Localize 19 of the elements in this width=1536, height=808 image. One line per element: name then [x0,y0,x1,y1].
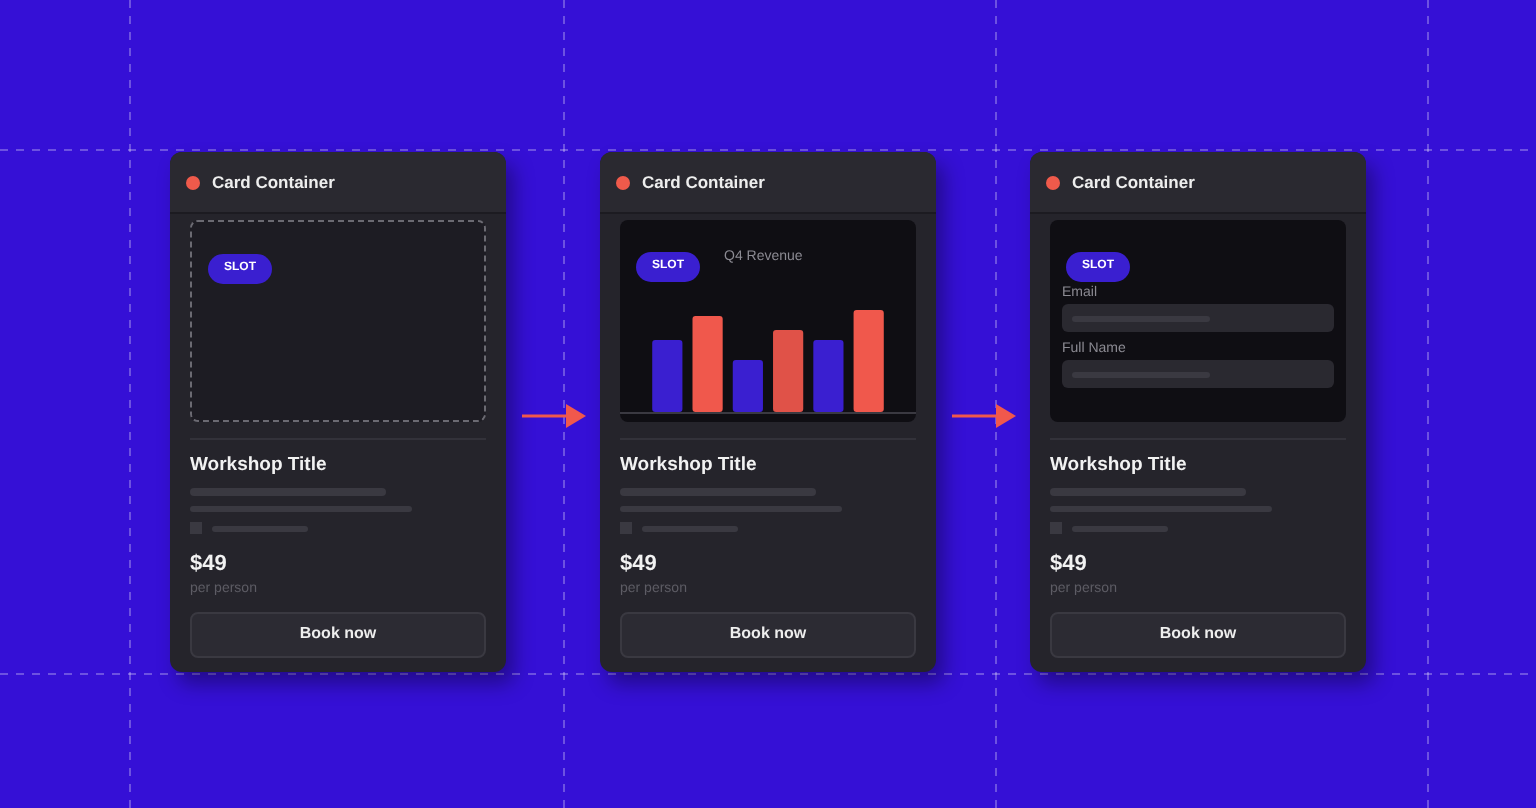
price-text: $49 [1050,554,1089,577]
card-title: Workshop Title [190,452,329,480]
price-text: $49 [190,554,229,577]
book-button[interactable]: Book now [620,611,916,658]
card-header-title: Card Container [642,169,765,195]
card-header-title: Card Container [212,169,335,195]
book-button[interactable]: Book now [1050,611,1346,658]
card-header-title: Card Container [1072,169,1195,195]
price-text: $49 [620,554,659,577]
status-dot [1046,175,1060,189]
book-button[interactable]: Book now [190,611,486,658]
card-title: Workshop Title [1050,452,1189,480]
card-title: Workshop Title [620,452,759,480]
status-dot [186,175,200,189]
status-dot [616,175,630,189]
arrow-icon [951,404,1015,428]
input-field[interactable] [1062,304,1334,332]
arrow-icon [521,404,585,428]
input-field[interactable] [1062,360,1334,388]
